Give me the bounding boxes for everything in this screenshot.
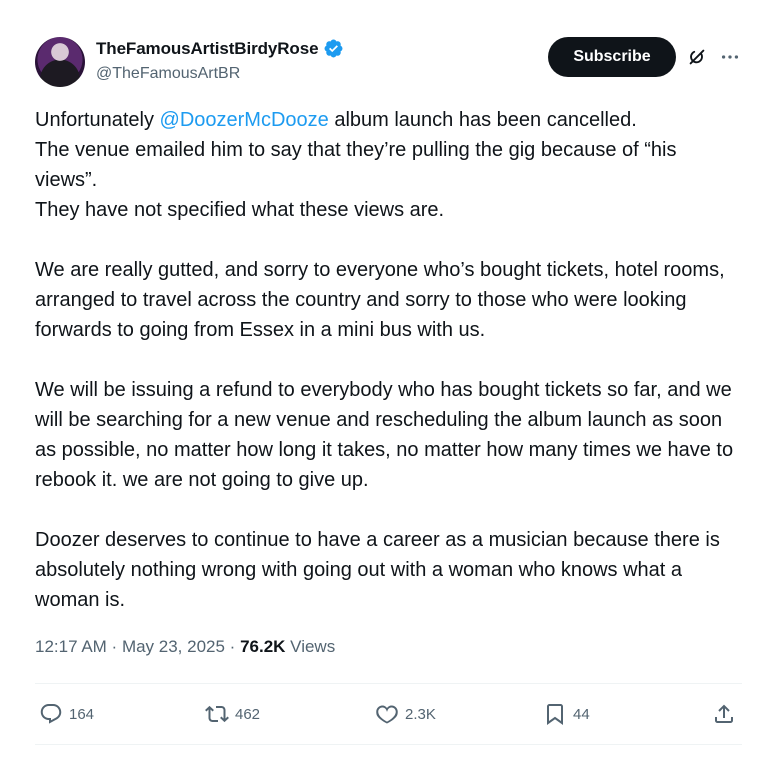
share-button[interactable] bbox=[712, 698, 736, 730]
like-button[interactable]: 2.3K bbox=[375, 698, 436, 730]
repost-count: 462 bbox=[235, 705, 261, 723]
subscribe-button[interactable]: Subscribe bbox=[548, 37, 676, 77]
views-label: Views bbox=[285, 637, 336, 656]
post-body: Unfortunately @DoozerMcDooze album launc… bbox=[35, 105, 740, 615]
reply-button[interactable]: 164 bbox=[39, 698, 94, 730]
post-paragraph: We are really gutted, and sorry to every… bbox=[35, 259, 725, 341]
avatar[interactable] bbox=[35, 37, 85, 87]
like-count: 2.3K bbox=[405, 705, 436, 723]
bookmark-icon bbox=[547, 704, 563, 725]
post-paragraph: We will be issuing a refund to everybody… bbox=[35, 379, 734, 491]
meta-separator: · bbox=[224, 637, 241, 656]
repost-icon bbox=[205, 705, 229, 723]
meta-separator: · bbox=[106, 637, 122, 656]
divider bbox=[35, 683, 742, 684]
author-handle[interactable]: @TheFamousArtBR bbox=[96, 65, 240, 83]
divider bbox=[35, 744, 742, 745]
share-icon bbox=[715, 704, 733, 723]
grok-icon[interactable] bbox=[686, 46, 708, 68]
heart-icon bbox=[376, 705, 398, 724]
author-display-name[interactable]: TheFamousArtistBirdyRose bbox=[96, 39, 319, 59]
post-date[interactable]: May 23, 2025 bbox=[122, 637, 225, 657]
bookmark-count: 44 bbox=[573, 705, 590, 723]
post-paragraph: Doozer deserves to continue to have a ca… bbox=[35, 529, 720, 611]
post-paragraph: They have not specified what these views… bbox=[35, 199, 445, 221]
views-count: 76.2K bbox=[240, 637, 286, 656]
action-bar: 164 462 2.3K 44 bbox=[35, 698, 742, 730]
post-time[interactable]: 12:17 AM bbox=[35, 637, 107, 657]
post-text: Unfortunately bbox=[35, 109, 160, 131]
post-paragraph: The venue emailed him to say that they’r… bbox=[35, 139, 677, 191]
mention-link[interactable]: @DoozerMcDooze bbox=[160, 109, 329, 131]
reply-count: 164 bbox=[69, 705, 95, 723]
author-name-row[interactable]: TheFamousArtistBirdyRose bbox=[96, 38, 344, 59]
post-text: album launch has been cancelled. bbox=[328, 109, 637, 131]
repost-button[interactable]: 462 bbox=[205, 698, 260, 730]
more-horizontal-icon[interactable] bbox=[719, 46, 741, 68]
reply-icon bbox=[40, 704, 62, 724]
post-meta: 12:17 AM · May 23, 2025 · 76.2K Views bbox=[35, 637, 335, 657]
verified-badge-icon bbox=[324, 39, 343, 58]
post-paragraph: Unfortunately @DoozerMcDooze album launc… bbox=[35, 105, 740, 135]
bookmark-button[interactable]: 44 bbox=[543, 698, 590, 730]
